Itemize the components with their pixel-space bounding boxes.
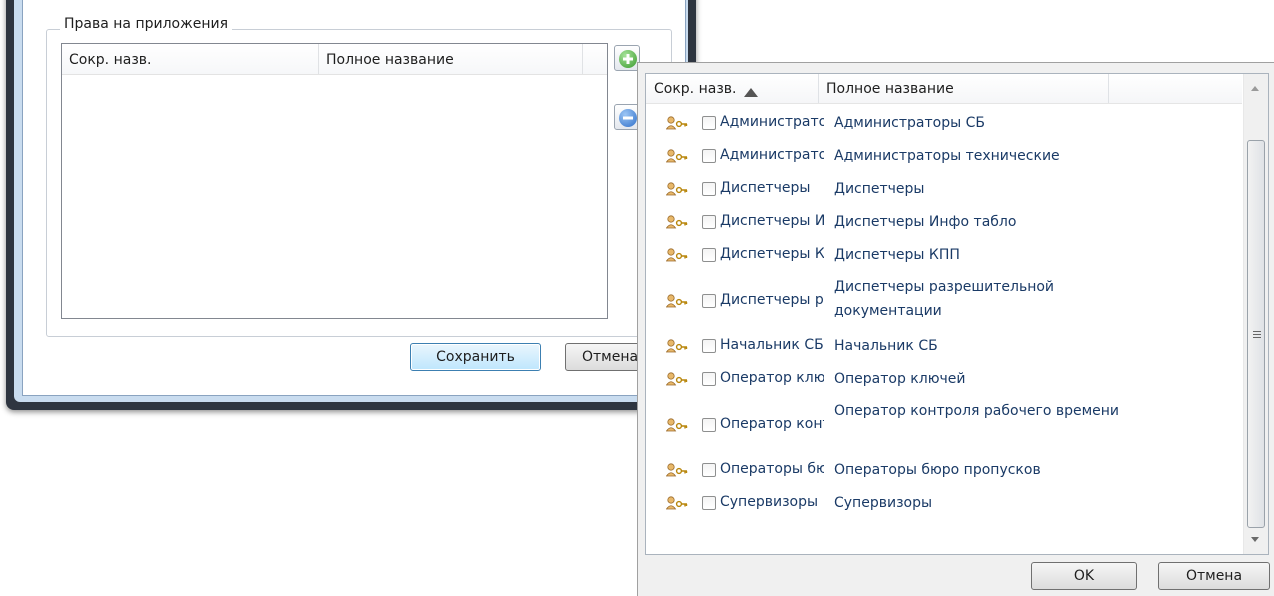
column-header-full[interactable]: Полное название [826, 81, 954, 97]
row-checkbox[interactable] [702, 149, 716, 163]
column-header-short[interactable]: Сокр. назв. [654, 81, 759, 97]
row-checkbox[interactable] [702, 339, 716, 353]
list-item[interactable]: Оператор контроля рабочего времени Операт… [646, 397, 1242, 455]
rights-list-header: Сокр. назв. Полное название [62, 44, 607, 75]
plus-icon [619, 50, 637, 68]
scroll-thumb[interactable] [1247, 140, 1265, 528]
list-item[interactable]: Диспетчеры Инфо табло Диспетчеры Инфо таб… [646, 207, 1242, 240]
scroll-up-icon[interactable] [1251, 86, 1259, 91]
row-short-name: Операторы бюро пропусков [720, 461, 824, 477]
row-short-name: Супервизоры [720, 494, 819, 510]
user-key-icon [665, 372, 688, 386]
row-full-name: Диспетчеры Инфо табло [834, 214, 1017, 230]
row-checkbox[interactable] [702, 294, 716, 308]
user-key-icon [665, 418, 688, 432]
grip-line [1253, 331, 1261, 332]
row-full-name: Диспетчеры разрешительной документации [834, 279, 1055, 319]
ok-button[interactable]: OK [1031, 562, 1137, 590]
user-key-icon [665, 463, 688, 477]
row-checkbox[interactable] [702, 215, 716, 229]
list-item[interactable]: Супервизоры Супервизоры [646, 488, 1242, 521]
user-key-icon [665, 496, 688, 510]
user-key-icon [665, 215, 688, 229]
row-full-name: Операторы бюро пропусков [834, 462, 1041, 478]
scroll-down-icon[interactable] [1251, 537, 1259, 542]
role-list[interactable]: Сокр. назв. Полное название Администрато… [645, 73, 1269, 555]
role-selector-popup: Сокр. назв. Полное название Администрато… [637, 62, 1274, 596]
column-divider[interactable] [318, 44, 319, 74]
role-list-header: Сокр. назв. Полное название [646, 74, 1242, 104]
row-checkbox[interactable] [702, 182, 716, 196]
user-key-icon [665, 149, 688, 163]
list-item[interactable]: Администраторы технические Администраторы… [646, 141, 1242, 174]
row-full-name: Диспетчеры [834, 181, 925, 197]
row-short-name: Диспетчеры Инфо табло [720, 213, 824, 229]
row-full-name: Оператор ключей [834, 371, 966, 387]
row-full-name: Администраторы технические [834, 148, 1060, 164]
grip-line [1253, 334, 1261, 335]
row-full-name: Администраторы СБ [834, 115, 985, 131]
row-short-name: Начальник СБ [720, 337, 824, 353]
row-short-name: Диспетчеры [720, 180, 811, 196]
save-button[interactable]: Сохранить [410, 343, 541, 371]
column-divider[interactable] [582, 44, 583, 74]
user-key-icon [665, 182, 688, 196]
row-checkbox[interactable] [702, 116, 716, 130]
cancel-button[interactable]: Отмена [1158, 562, 1270, 590]
row-checkbox[interactable] [702, 248, 716, 262]
row-short-name: Администраторы СБ [720, 114, 824, 130]
row-full-name: Оператор контроля рабочего времени [834, 403, 1120, 419]
row-checkbox[interactable] [702, 496, 716, 510]
rights-list[interactable]: Сокр. назв. Полное название [61, 43, 608, 319]
column-header-short[interactable]: Сокр. назв. [69, 52, 151, 68]
row-full-name: Начальник СБ [834, 338, 938, 354]
row-short-name: Администраторы технические [720, 147, 824, 163]
row-short-name: Диспетчеры КПП [720, 246, 824, 262]
row-short-name: Диспетчеры разрешительной документации [720, 292, 824, 308]
list-item[interactable]: Администраторы СБ Администраторы СБ [646, 108, 1242, 141]
list-item[interactable]: Операторы бюро пропусков Операторы бюро п… [646, 455, 1242, 488]
column-divider[interactable] [1108, 74, 1109, 103]
row-checkbox[interactable] [702, 463, 716, 477]
list-item[interactable]: Диспетчеры Диспетчеры [646, 174, 1242, 207]
row-checkbox[interactable] [702, 372, 716, 386]
grip-line [1253, 337, 1261, 338]
vertical-scrollbar[interactable] [1243, 74, 1268, 554]
row-short-name: Оператор ключей [720, 370, 824, 386]
minus-icon [619, 109, 637, 127]
user-key-icon [665, 116, 688, 130]
column-header-short-label: Сокр. назв. [654, 81, 737, 97]
list-item[interactable]: Оператор ключей Оператор ключей [646, 364, 1242, 397]
row-short-name: Оператор контроля рабочего времени [720, 416, 824, 432]
rights-group-title: Права на приложения [60, 16, 233, 32]
row-full-name: Супервизоры [834, 495, 933, 511]
user-key-icon [665, 294, 688, 308]
row-full-name: Диспетчеры КПП [834, 247, 960, 263]
row-checkbox[interactable] [702, 418, 716, 432]
list-item[interactable]: Начальник СБ Начальник СБ [646, 331, 1242, 364]
sort-ascending-icon [744, 88, 759, 97]
column-divider[interactable] [818, 74, 819, 103]
user-key-icon [665, 248, 688, 262]
list-item[interactable]: Диспетчеры разрешительной документации Ди… [646, 273, 1242, 331]
user-key-icon [665, 339, 688, 353]
column-header-full[interactable]: Полное название [326, 52, 454, 68]
list-item[interactable]: Диспетчеры КПП Диспетчеры КПП [646, 240, 1242, 273]
